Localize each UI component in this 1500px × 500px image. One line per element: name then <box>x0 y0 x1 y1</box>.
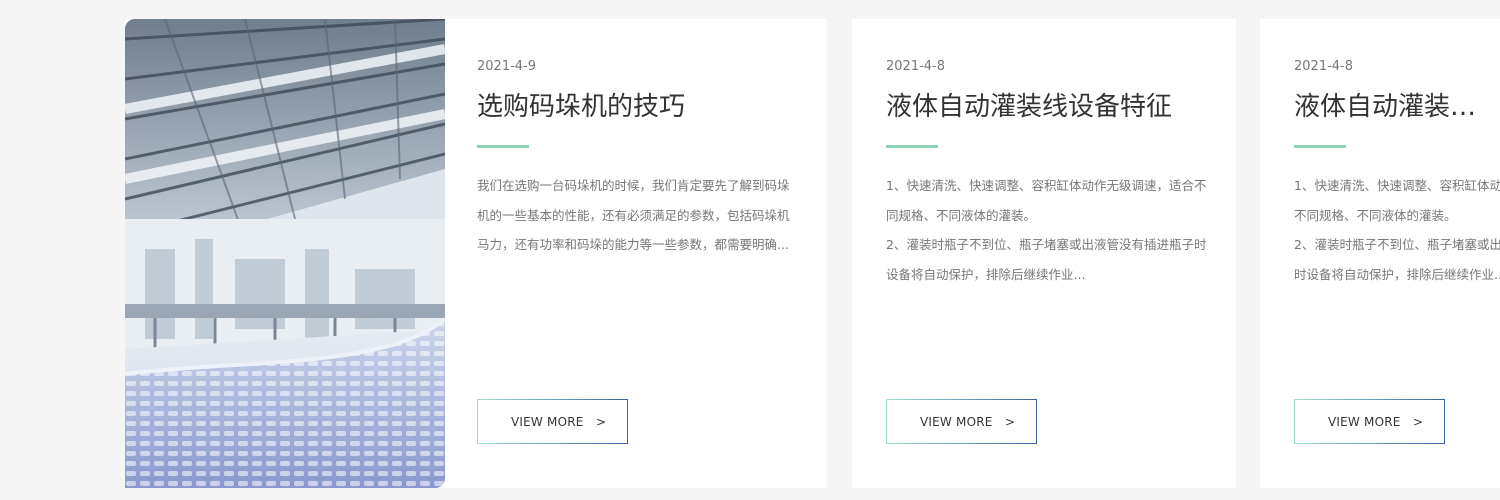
news-card-body: 2021-4-9 选购码垛机的技巧 我们在选购一台码垛机的时候，我们肯定要先了解… <box>477 19 797 488</box>
description-paragraph: 1、快速清洗、快速调整、容积缸体动作无级调速，适合不同规格、不同液体的灌装。 <box>886 178 1207 223</box>
news-description: 1、快速清洗、快速调整、容积缸体动作无级调速，适合不同规格、不同液体的灌装。 2… <box>886 171 1208 289</box>
description-paragraph: 2、灌装时瓶子不到位、瓶子堵塞或出液管没有插进瓶子时设备将自动保护，排除后继续作… <box>886 237 1207 282</box>
view-more-button[interactable]: VIEW MORE > <box>477 399 628 444</box>
arrow-right-icon: > <box>1005 414 1016 429</box>
news-date: 2021-4-8 <box>1294 59 1354 74</box>
news-description: 我们在选购一台码垛机的时候，我们肯定要先了解到码垛机的一些基本的性能，还有必须满… <box>477 171 799 260</box>
view-more-label: VIEW MORE <box>920 414 993 429</box>
view-more-button[interactable]: VIEW MORE > <box>886 399 1037 444</box>
news-title[interactable]: 液体自动灌装线设备特征 <box>1294 89 1500 125</box>
news-card-3[interactable]: 2021-4-8 液体自动灌装线设备特征 1、快速清洗、快速调整、容积缸体动 不… <box>1260 19 1500 488</box>
news-title[interactable]: 选购码垛机的技巧 <box>477 89 685 125</box>
description-line: 不同规格、不同液体的灌装。 <box>1294 207 1457 223</box>
news-card-1[interactable]: 2021-4-9 选购码垛机的技巧 我们在选购一台码垛机的时候，我们肯定要先了解… <box>125 19 827 488</box>
factory-conveyor-image[interactable] <box>125 19 445 488</box>
view-more-label: VIEW MORE <box>511 414 584 429</box>
description-line: 时设备将自动保护，排除后继续作业... <box>1294 266 1500 282</box>
news-date: 2021-4-9 <box>477 59 537 74</box>
news-card-body: 2021-4-8 液体自动灌装线设备特征 1、快速清洗、快速调整、容积缸体动作无… <box>886 19 1206 488</box>
news-card-2[interactable]: 2021-4-8 液体自动灌装线设备特征 1、快速清洗、快速调整、容积缸体动作无… <box>852 19 1236 488</box>
title-underline <box>477 145 529 148</box>
description-line: 2、灌装时瓶子不到位、瓶子堵塞或出 <box>1294 237 1500 252</box>
arrow-right-icon: > <box>596 414 607 429</box>
news-card-body: 2021-4-8 液体自动灌装线设备特征 1、快速清洗、快速调整、容积缸体动 不… <box>1294 19 1500 488</box>
news-description: 1、快速清洗、快速调整、容积缸体动 不同规格、不同液体的灌装。 2、灌装时瓶子不… <box>1294 171 1500 289</box>
title-underline <box>886 145 938 148</box>
arrow-right-icon: > <box>1413 414 1424 429</box>
title-underline <box>1294 145 1346 148</box>
description-line: 1、快速清洗、快速调整、容积缸体动 <box>1294 178 1500 193</box>
view-more-label: VIEW MORE <box>1328 414 1401 429</box>
news-title[interactable]: 液体自动灌装线设备特征 <box>886 89 1172 125</box>
view-more-button[interactable]: VIEW MORE > <box>1294 399 1445 444</box>
news-date: 2021-4-8 <box>886 59 946 74</box>
description-paragraph: 我们在选购一台码垛机的时候，我们肯定要先了解到码垛机的一些基本的性能，还有必须满… <box>477 178 790 252</box>
